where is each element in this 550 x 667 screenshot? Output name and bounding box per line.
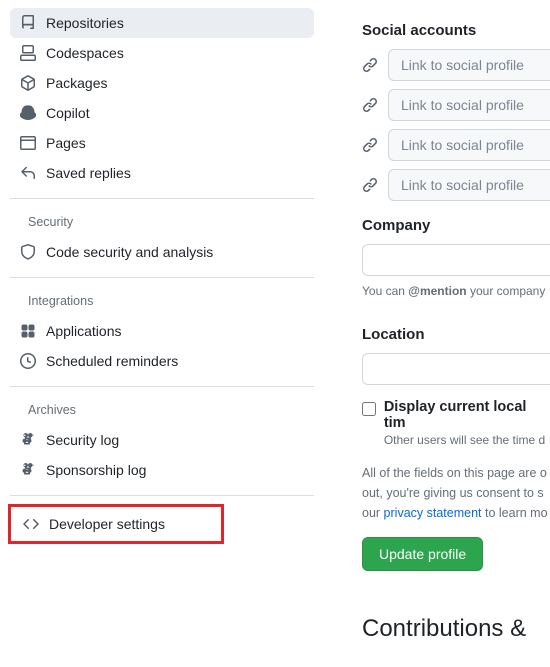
location-input[interactable] xyxy=(362,353,550,385)
display-time-row: Display current local tim Other users wi… xyxy=(362,399,550,447)
sidebar-label: Copilot xyxy=(46,105,90,121)
settings-sidebar: Repositories Codespaces Packages Copilot xyxy=(0,0,330,667)
company-hint: You can @mention your company xyxy=(362,282,550,300)
contributions-heading: Contributions & xyxy=(362,615,550,643)
main-content: Social accounts xyxy=(330,0,550,667)
sidebar-item-copilot[interactable]: Copilot xyxy=(10,98,314,128)
separator xyxy=(10,386,314,387)
shield-icon xyxy=(20,244,36,260)
company-hint-pre: You can xyxy=(362,284,408,298)
sidebar-item-pages[interactable]: Pages xyxy=(10,128,314,158)
code-icon xyxy=(23,516,39,532)
social-accounts-group: Social accounts xyxy=(362,22,550,201)
sidebar-item-developer-settings[interactable]: Developer settings xyxy=(13,509,219,539)
disclosure-post: to learn mo xyxy=(482,506,548,520)
section-title-archives: Archives xyxy=(10,395,314,425)
package-icon xyxy=(20,75,36,91)
company-hint-post: your company xyxy=(467,284,546,298)
disclosure-text: All of the fields on this page are o out… xyxy=(362,463,550,523)
location-group: Location Display current local tim Other… xyxy=(362,326,550,447)
social-accounts-title: Social accounts xyxy=(362,22,550,39)
sidebar-item-code-security[interactable]: Code security and analysis xyxy=(10,237,314,267)
sidebar-item-saved-replies[interactable]: Saved replies xyxy=(10,158,314,188)
company-title: Company xyxy=(362,217,550,234)
update-profile-button[interactable]: Update profile xyxy=(362,537,483,571)
disclosure-line-1: All of the fields on this page are o xyxy=(362,466,547,480)
sidebar-label: Scheduled reminders xyxy=(46,353,178,369)
display-time-checkbox[interactable] xyxy=(362,402,376,416)
sidebar-item-sponsorship-log[interactable]: Sponsorship log xyxy=(10,455,314,485)
social-profile-input-2[interactable] xyxy=(388,89,550,121)
separator xyxy=(10,495,314,496)
link-icon xyxy=(362,137,378,153)
link-icon xyxy=(362,97,378,113)
sidebar-item-security-log[interactable]: Security log xyxy=(10,425,314,455)
copilot-icon xyxy=(20,105,36,121)
section-title-security: Security xyxy=(10,207,314,237)
sidebar-label: Saved replies xyxy=(46,165,131,181)
highlight-box: Developer settings xyxy=(8,504,224,544)
separator xyxy=(10,277,314,278)
sidebar-item-scheduled-reminders[interactable]: Scheduled reminders xyxy=(10,346,314,376)
clock-icon xyxy=(20,353,36,369)
reply-icon xyxy=(20,165,36,181)
disclosure-our: our xyxy=(362,506,384,520)
sidebar-item-codespaces[interactable]: Codespaces xyxy=(10,38,314,68)
sidebar-label: Codespaces xyxy=(46,45,124,61)
separator xyxy=(10,198,314,199)
apps-icon xyxy=(20,323,36,339)
sidebar-label: Applications xyxy=(46,323,122,339)
location-title: Location xyxy=(362,326,550,343)
log-icon xyxy=(20,462,36,478)
display-time-desc: Other users will see the time d xyxy=(384,433,550,447)
codespaces-icon xyxy=(20,45,36,61)
repo-icon xyxy=(20,15,36,31)
mention-text: @mention xyxy=(408,284,466,298)
company-input[interactable] xyxy=(362,244,550,276)
sidebar-label: Developer settings xyxy=(49,516,165,532)
sidebar-item-repositories[interactable]: Repositories xyxy=(10,8,314,38)
log-icon xyxy=(20,432,36,448)
sidebar-label: Sponsorship log xyxy=(46,462,146,478)
disclosure-line-2: out, you're giving us consent to s xyxy=(362,486,544,500)
social-profile-input-1[interactable] xyxy=(388,49,550,81)
link-icon xyxy=(362,177,378,193)
sidebar-label: Pages xyxy=(46,135,86,151)
section-title-integrations: Integrations xyxy=(10,286,314,316)
sidebar-label: Packages xyxy=(46,75,107,91)
link-icon xyxy=(362,57,378,73)
browser-icon xyxy=(20,135,36,151)
display-time-label: Display current local tim xyxy=(384,399,550,431)
privacy-statement-link[interactable]: privacy statement xyxy=(384,506,482,520)
sidebar-item-packages[interactable]: Packages xyxy=(10,68,314,98)
sidebar-item-applications[interactable]: Applications xyxy=(10,316,314,346)
sidebar-label: Repositories xyxy=(46,15,124,31)
social-profile-input-4[interactable] xyxy=(388,169,550,201)
sidebar-label: Security log xyxy=(46,432,119,448)
sidebar-label: Code security and analysis xyxy=(46,244,213,260)
social-profile-input-3[interactable] xyxy=(388,129,550,161)
company-group: Company You can @mention your company xyxy=(362,217,550,300)
